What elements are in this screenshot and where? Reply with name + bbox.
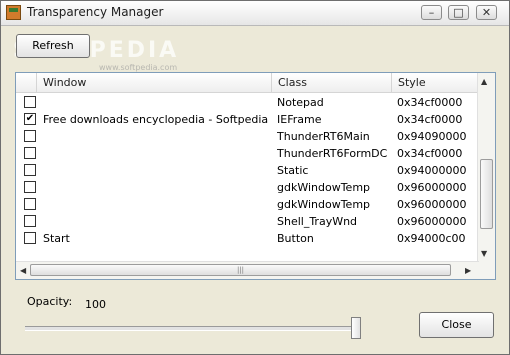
cell-class: IEFrame <box>277 113 322 126</box>
cell-class: gdkWindowTemp <box>277 198 371 211</box>
row-checkbox[interactable]: ✔ <box>24 113 36 125</box>
cell-class: Static <box>277 164 309 177</box>
cell-window: Free downloads encyclopedia - Softpedia … <box>43 113 268 126</box>
minimize-button[interactable]: – <box>421 5 442 20</box>
cell-window <box>43 179 268 196</box>
table-row[interactable]: Start Button 0x94000c00 <box>16 230 479 247</box>
close-window-button[interactable]: ✕ <box>476 5 497 20</box>
horizontal-scroll-thumb[interactable]: ||| <box>30 264 451 276</box>
row-checkbox[interactable] <box>24 147 36 159</box>
close-button[interactable]: Close <box>419 312 494 338</box>
cell-style: 0x96000000 <box>397 181 467 194</box>
cell-class: Shell_TrayWnd <box>277 215 358 228</box>
table-row[interactable]: gdkWindowTemp 0x96000000 <box>16 196 479 213</box>
list-header: Window Class Style <box>16 73 479 93</box>
horizontal-scrollbar[interactable]: ◀ ||| ▶ <box>16 261 479 279</box>
row-checkbox[interactable] <box>24 130 36 142</box>
table-row[interactable]: ✔ Free downloads encyclopedia - Softpedia… <box>16 111 479 128</box>
row-checkbox[interactable] <box>24 198 36 210</box>
row-checkbox[interactable] <box>24 232 36 244</box>
cell-window: Start <box>43 232 70 245</box>
opacity-value: 100 <box>85 298 106 311</box>
cell-window <box>43 145 268 162</box>
cell-style: 0x94090000 <box>397 130 467 143</box>
header-checkbox-column[interactable] <box>16 73 37 92</box>
refresh-button[interactable]: Refresh <box>16 34 90 58</box>
table-row[interactable]: Shell_TrayWnd 0x96000000 <box>16 213 479 230</box>
header-window[interactable]: Window <box>37 73 272 92</box>
cell-style: 0x34cf0000 <box>397 147 463 160</box>
cell-style: 0x34cf0000 <box>397 96 463 109</box>
window-title: Transparency Manager <box>27 5 164 19</box>
opacity-slider-track[interactable] <box>25 326 361 331</box>
app-icon <box>6 5 21 20</box>
table-row[interactable]: ThunderRT6Main 0x94090000 <box>16 128 479 145</box>
cell-class: ThunderRT6FormDC <box>277 147 388 160</box>
row-checkbox[interactable] <box>24 215 36 227</box>
window-list[interactable]: Window Class Style Notepad 0x34cf0000 ✔ Fre… <box>15 72 496 280</box>
table-row[interactable]: gdkWindowTemp 0x96000000 <box>16 179 479 196</box>
transparency-manager-window: Transparency Manager – □ ✕ SOFTPEDIA www… <box>0 0 510 355</box>
cell-class: Button <box>277 232 314 245</box>
row-checkbox[interactable] <box>24 96 36 108</box>
cell-window <box>43 196 268 213</box>
cell-style: 0x34cf0000 <box>397 113 463 126</box>
cell-window <box>43 94 268 111</box>
watermark-url: www.softpedia.com <box>99 63 178 72</box>
table-row[interactable]: Static 0x94000000 <box>16 162 479 179</box>
cell-window <box>43 162 268 179</box>
vertical-scroll-thumb[interactable] <box>480 159 493 229</box>
scroll-up-arrow-icon[interactable]: ▲ <box>481 77 487 86</box>
cell-style: 0x94000000 <box>397 164 467 177</box>
opacity-slider-thumb[interactable] <box>351 317 361 339</box>
cell-class: Notepad <box>277 96 324 109</box>
opacity-label: Opacity: <box>27 295 73 308</box>
row-checkbox[interactable] <box>24 164 36 176</box>
cell-class: gdkWindowTemp <box>277 181 371 194</box>
cell-window <box>43 128 268 145</box>
table-row[interactable]: Notepad 0x34cf0000 <box>16 94 479 111</box>
table-row[interactable]: ThunderRT6FormDC 0x34cf0000 <box>16 145 479 162</box>
scroll-left-arrow-icon[interactable]: ◀ <box>20 266 26 275</box>
header-style[interactable]: Style <box>392 73 479 92</box>
row-checkbox[interactable] <box>24 181 36 193</box>
title-bar[interactable]: Transparency Manager – □ ✕ <box>1 1 509 26</box>
cell-window <box>43 213 268 230</box>
scrollbar-corner <box>478 262 495 279</box>
scroll-right-arrow-icon[interactable]: ▶ <box>465 266 471 275</box>
header-class[interactable]: Class <box>272 73 392 92</box>
scroll-down-arrow-icon[interactable]: ▼ <box>481 249 487 258</box>
maximize-button[interactable]: □ <box>448 5 469 20</box>
vertical-scrollbar[interactable]: ▲ ▼ <box>477 73 495 263</box>
cell-style: 0x94000c00 <box>397 232 466 245</box>
cell-style: 0x96000000 <box>397 198 467 211</box>
cell-style: 0x96000000 <box>397 215 467 228</box>
cell-class: ThunderRT6Main <box>277 130 370 143</box>
